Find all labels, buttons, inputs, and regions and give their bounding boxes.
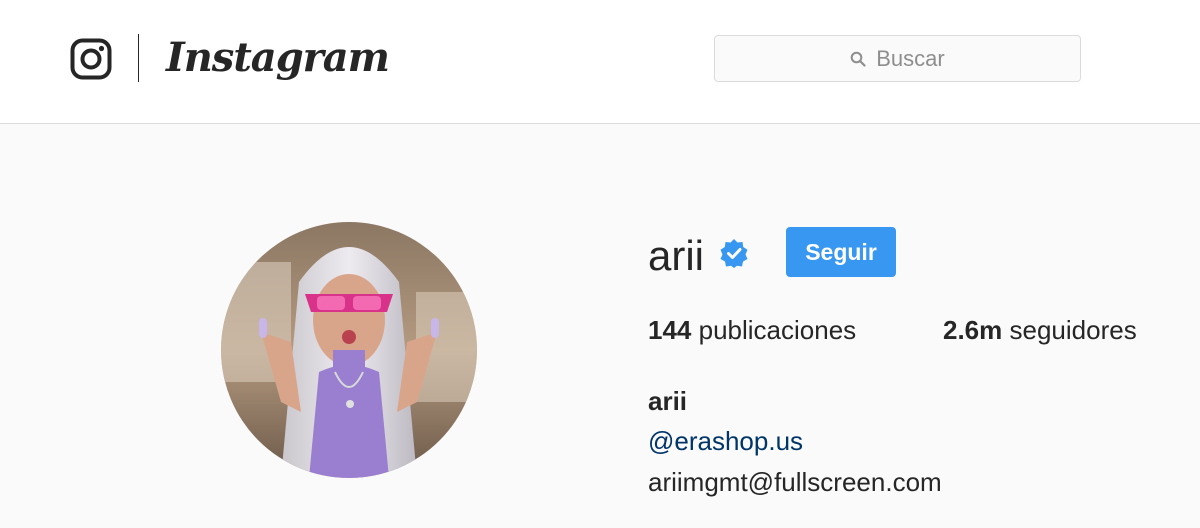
- search-icon: [850, 51, 866, 67]
- posts-count: 144 publicaciones: [648, 315, 856, 346]
- bio-email-text: ariimgmt@fullscreen.com: [648, 467, 942, 497]
- followers-count-label: seguidores: [1009, 315, 1137, 345]
- posts-count-label: publicaciones: [698, 315, 857, 345]
- instagram-camera-icon[interactable]: [70, 38, 112, 80]
- posts-count-value: 144: [648, 315, 692, 345]
- bio-mention-link[interactable]: @erashop.us: [648, 426, 803, 457]
- search-placeholder: Buscar: [876, 45, 945, 71]
- followers-count[interactable]: 2.6m seguidores: [943, 315, 1137, 346]
- profile-avatar[interactable]: [221, 222, 477, 478]
- top-navigation-bar: Instagram Buscar: [0, 0, 1200, 124]
- profile-photo: [221, 222, 477, 478]
- follow-button[interactable]: Seguir: [786, 227, 896, 277]
- bio-full-name: arii: [648, 386, 688, 416]
- search-input[interactable]: Buscar: [714, 35, 1081, 82]
- logo-divider: [138, 34, 139, 82]
- instagram-wordmark-logo[interactable]: Instagram: [166, 28, 390, 94]
- followers-count-value: 2.6m: [943, 315, 1003, 345]
- verified-badge-icon: [720, 239, 748, 268]
- profile-username: arii: [648, 232, 705, 279]
